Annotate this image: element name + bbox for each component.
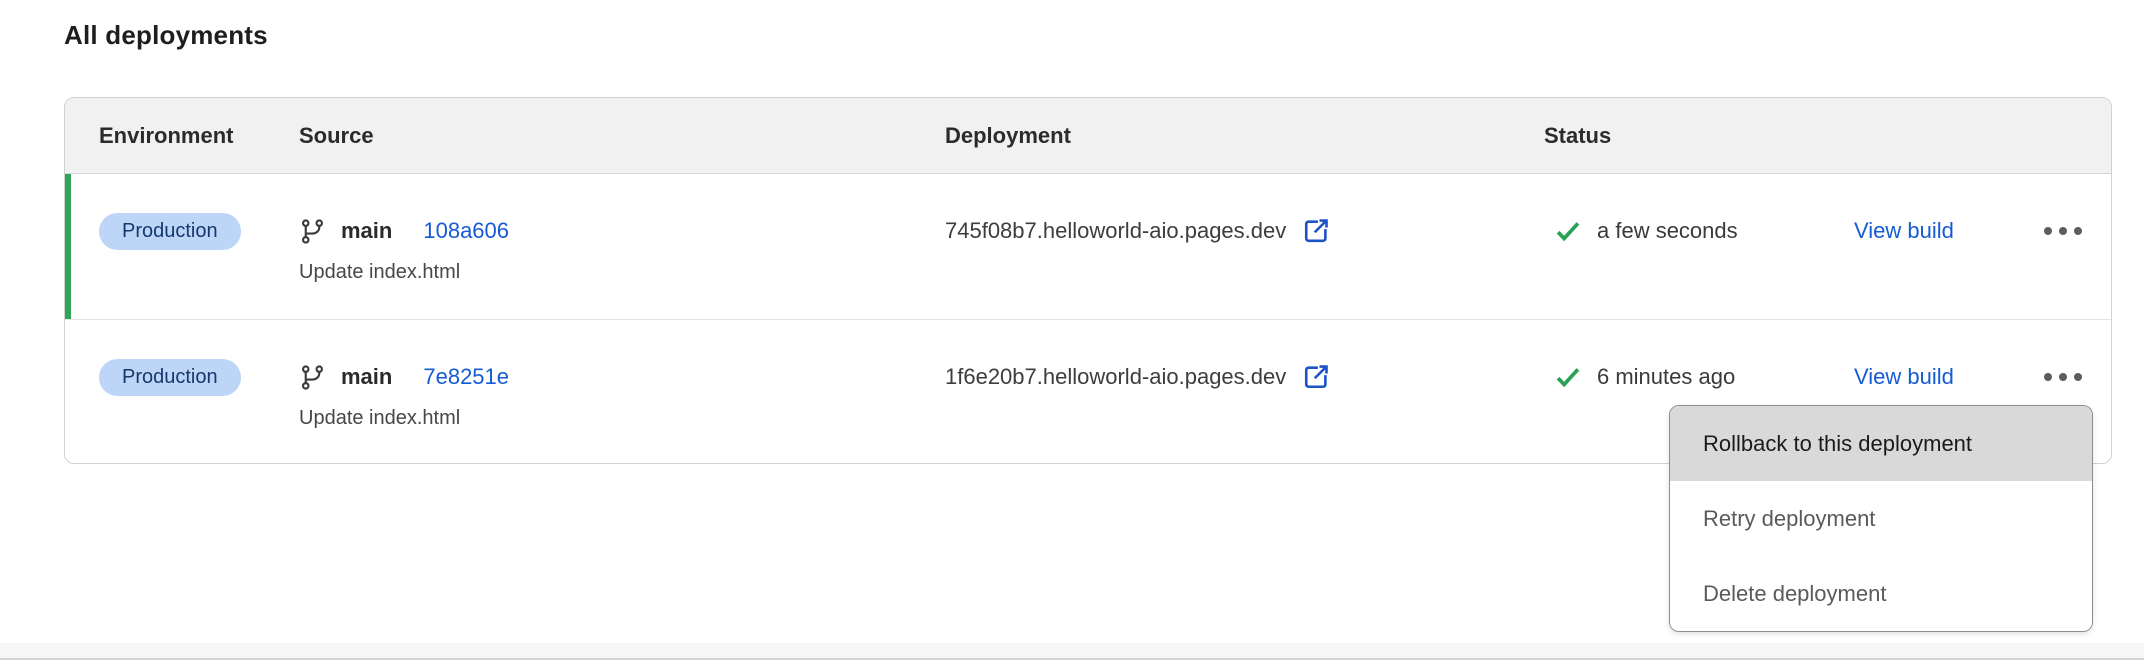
status-time: 6 minutes ago [1597,364,1735,390]
menu-item-rollback[interactable]: Rollback to this deployment [1670,406,2092,481]
status-time: a few seconds [1597,218,1738,244]
page-bottom-divider [0,643,2144,660]
environment-badge: Production [99,359,241,396]
external-link-icon[interactable] [1301,216,1331,246]
source-cell: main 7e8251e Update index.html [299,320,945,463]
row-menu-button[interactable] [2044,361,2082,393]
menu-item-retry[interactable]: Retry deployment [1670,481,2092,556]
deployment-context-menu: Rollback to this deployment Retry deploy… [1669,405,2093,632]
view-build-link[interactable]: View build [1854,361,2044,393]
git-branch-icon [299,364,326,391]
commit-message: Update index.html [299,407,945,430]
menu-item-delete[interactable]: Delete deployment [1670,556,2092,631]
ellipsis-icon [2044,227,2052,235]
view-build-link[interactable]: View build [1854,215,2044,247]
source-cell: main 108a606 Update index.html [299,174,945,319]
column-header-deployment: Deployment [945,123,1544,149]
current-deployment-marker [65,174,71,319]
table-row: Production main 108a606 Update index.htm… [65,174,2111,319]
success-check-icon [1554,363,1582,391]
environment-cell: Production [65,320,299,463]
status-cell: a few seconds View build [1544,174,2122,319]
deployment-cell: 745f08b7.helloworld-aio.pages.dev [945,174,1544,319]
deployment-url: 1f6e20b7.helloworld-aio.pages.dev [945,364,1286,390]
page-title: All deployments [64,20,268,51]
success-check-icon [1554,217,1582,245]
row-menu-button[interactable] [2044,215,2082,247]
deployment-cell: 1f6e20b7.helloworld-aio.pages.dev [945,320,1544,463]
deployment-url: 745f08b7.helloworld-aio.pages.dev [945,218,1286,244]
branch-name: main [341,364,392,390]
external-link-icon[interactable] [1301,362,1331,392]
git-branch-icon [299,218,326,245]
commit-message: Update index.html [299,261,945,284]
commit-link[interactable]: 108a606 [423,218,509,244]
deployments-page: All deployments Environment Source Deplo… [0,0,2144,662]
column-header-environment: Environment [65,123,299,149]
column-header-source: Source [299,123,945,149]
environment-badge: Production [99,213,241,250]
column-header-status: Status [1544,123,2111,149]
branch-name: main [341,218,392,244]
ellipsis-icon [2044,373,2052,381]
commit-link[interactable]: 7e8251e [423,364,509,390]
table-header-row: Environment Source Deployment Status [65,98,2111,174]
environment-cell: Production [65,174,299,319]
